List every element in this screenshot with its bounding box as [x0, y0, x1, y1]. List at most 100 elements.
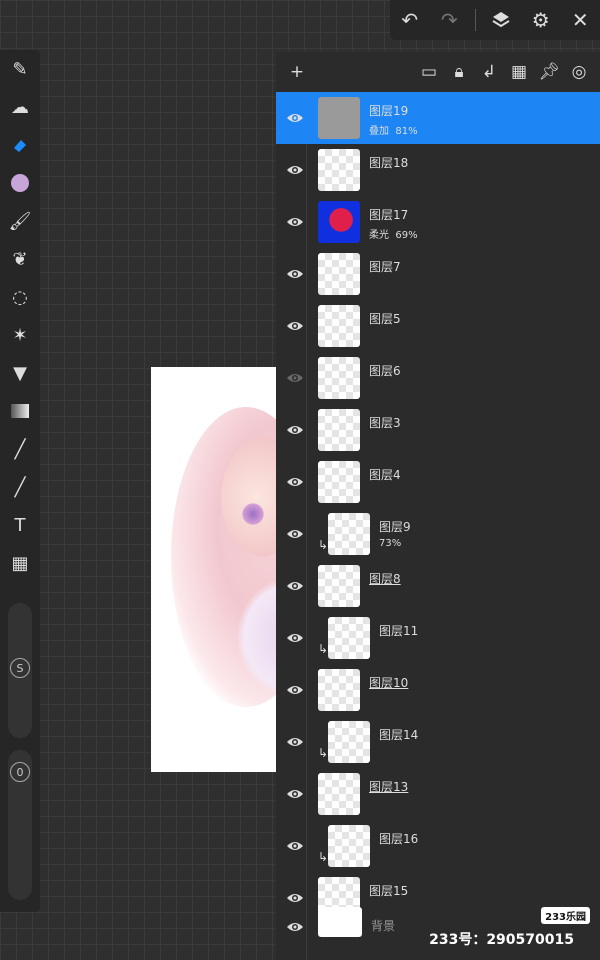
eye-icon[interactable]: [282, 573, 308, 599]
eye-icon[interactable]: [282, 729, 308, 755]
lasso-icon[interactable]: ◌: [0, 278, 40, 316]
clip-arrow-icon: ↳: [318, 850, 329, 864]
layer-name: 图层7: [369, 260, 401, 274]
gear-icon[interactable]: ⚙: [527, 6, 555, 34]
settings-icon[interactable]: ◎: [564, 57, 594, 87]
text-icon[interactable]: T: [0, 506, 40, 544]
tool-sidebar: ✎ ☁ 🖌 ❦ ◌ ✶ ▼ ╱ ╱ T ▦ S 0: [0, 50, 40, 912]
layer-name: 图层17: [369, 208, 409, 222]
top-controls: ↶ ↷ ⚙ ✕: [390, 0, 600, 40]
brush-icon[interactable]: 🖌: [0, 202, 40, 240]
layer-blend-info: 柔光 69%: [369, 226, 418, 241]
layer-mode: 叠加: [369, 126, 389, 137]
layer-thumbnail: [318, 409, 360, 451]
fill-bucket-icon[interactable]: ▼: [0, 354, 40, 392]
drawing-canvas[interactable]: [151, 367, 281, 772]
layer-thumbnail: [318, 305, 360, 347]
layer-name: 图层19: [369, 104, 409, 118]
eye-icon[interactable]: [282, 157, 308, 183]
layer-thumbnail: [318, 149, 360, 191]
layer-thumbnail: [318, 907, 362, 937]
undo-icon[interactable]: ↶: [396, 6, 424, 34]
pen-icon[interactable]: ✎: [0, 50, 40, 88]
background-layer[interactable]: 背景 233乐园 233号：290570015: [276, 901, 600, 951]
layer-row[interactable]: ↳ 图层9 73%: [276, 508, 600, 560]
eye-icon[interactable]: [282, 261, 308, 287]
layer-name: 图层5: [369, 312, 401, 326]
layers-panel: + ▭ 🔒︎ ↲ ▦ 📌︎ ◎ 图层19 叠加 81% 图层18 图层17 柔光 69%…: [276, 52, 600, 960]
eye-icon[interactable]: [282, 313, 308, 339]
eye-icon[interactable]: [282, 625, 308, 651]
layer-row[interactable]: ↳ 图层16: [276, 820, 600, 872]
divider: [474, 9, 476, 31]
clip-icon[interactable]: ↲: [474, 57, 504, 87]
close-icon[interactable]: ✕: [566, 6, 594, 34]
eye-icon[interactable]: [282, 417, 308, 443]
layer-opacity: 69%: [395, 230, 418, 241]
line-icon[interactable]: ╱: [0, 468, 40, 506]
lock-icon[interactable]: 🔒︎: [444, 57, 474, 87]
layer-row[interactable]: 图层8: [276, 560, 600, 612]
color-icon[interactable]: [0, 164, 40, 202]
eye-icon[interactable]: [282, 209, 308, 235]
eye-icon[interactable]: [282, 365, 308, 391]
opacity-slider[interactable]: 0: [8, 750, 32, 900]
clip-arrow-icon: ↳: [318, 746, 329, 760]
layer-blend-info: 73%: [379, 538, 401, 549]
layer-list: 图层19 叠加 81% 图层18 图层17 柔光 69% 图层7 图层5 图层6 图层3 图层4 ↳…: [276, 92, 600, 924]
size-knob[interactable]: S: [10, 658, 30, 678]
layer-row[interactable]: 图层18: [276, 144, 600, 196]
layer-row[interactable]: ↳ 图层14: [276, 716, 600, 768]
layer-thumbnail: [318, 253, 360, 295]
layer-name: 图层10: [369, 676, 409, 690]
layer-row[interactable]: 图层3: [276, 404, 600, 456]
layer-thumbnail: [318, 565, 360, 607]
layer-thumbnail: [328, 825, 370, 867]
clip-arrow-icon: ↳: [318, 642, 329, 656]
leaf-icon[interactable]: ❦: [0, 240, 40, 278]
layer-row[interactable]: 图层4: [276, 456, 600, 508]
layer-name: 图层13: [369, 780, 409, 794]
layers-icon[interactable]: [487, 6, 515, 34]
layer-name: 图层15: [369, 884, 409, 898]
gradient-icon[interactable]: [0, 392, 40, 430]
folder-icon[interactable]: ▭: [414, 57, 444, 87]
eye-icon[interactable]: [282, 105, 308, 131]
eye-icon[interactable]: [282, 677, 308, 703]
layer-row[interactable]: 图层10: [276, 664, 600, 716]
layer-thumbnail: [318, 669, 360, 711]
layer-row[interactable]: 图层13: [276, 768, 600, 820]
layer-name: 图层16: [379, 832, 419, 846]
eye-icon[interactable]: [282, 469, 308, 495]
brush-size-slider[interactable]: S: [8, 603, 32, 738]
layer-opacity: 81%: [395, 126, 418, 137]
eye-icon[interactable]: [282, 833, 308, 859]
layer-row[interactable]: 图层7: [276, 248, 600, 300]
pin-icon[interactable]: 📌︎: [534, 57, 564, 87]
background-label: 背景: [371, 919, 396, 933]
layer-name: 图层18: [369, 156, 409, 170]
layer-row[interactable]: 图层6: [276, 352, 600, 404]
alpha-icon[interactable]: ▦: [504, 57, 534, 87]
opacity-knob[interactable]: 0: [10, 762, 30, 782]
redo-icon[interactable]: ↷: [435, 6, 463, 34]
layer-opacity: 73%: [379, 538, 402, 549]
magic-wand-icon[interactable]: ✶: [0, 316, 40, 354]
eye-icon[interactable]: [282, 521, 308, 547]
eye-icon[interactable]: [282, 914, 308, 940]
eraser-icon[interactable]: [0, 126, 40, 164]
add-layer-icon[interactable]: +: [282, 57, 312, 87]
layer-row[interactable]: 图层5: [276, 300, 600, 352]
layer-thumbnail: [318, 357, 360, 399]
layer-row[interactable]: 图层17 柔光 69%: [276, 196, 600, 248]
layer-name: 图层6: [369, 364, 401, 378]
layer-blend-info: 叠加 81%: [369, 122, 418, 137]
eye-icon[interactable]: [282, 781, 308, 807]
smudge-icon[interactable]: ☁: [0, 88, 40, 126]
layer-row[interactable]: ↳ 图层11: [276, 612, 600, 664]
eyedropper-icon[interactable]: ╱: [0, 430, 40, 468]
layer-thumbnail: [318, 461, 360, 503]
layer-thumbnail: [328, 721, 370, 763]
grid-icon[interactable]: ▦: [0, 544, 40, 582]
layer-row[interactable]: 图层19 叠加 81%: [276, 92, 600, 144]
